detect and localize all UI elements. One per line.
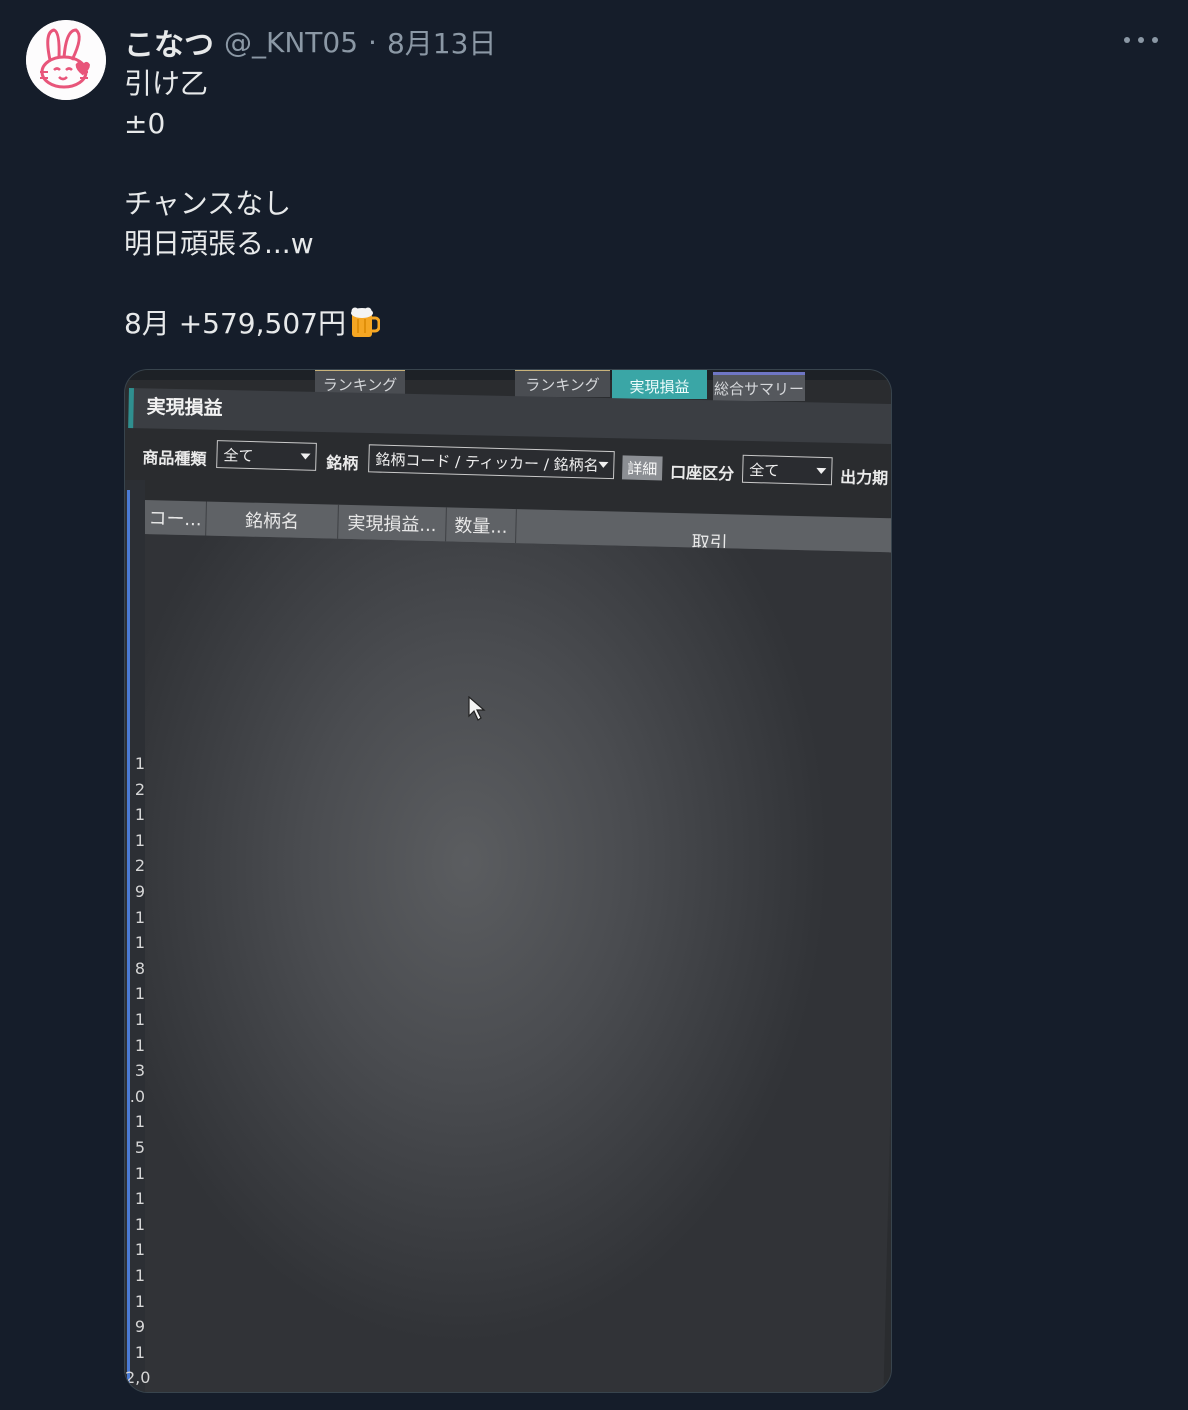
tweet-line: 引け乙 — [124, 67, 209, 100]
realized-pnl-table: コー... 銘柄名 実現損益... 数量... 取引 — [125, 500, 891, 1392]
bunny-avatar-icon — [26, 20, 106, 100]
left-edge-digit: 1 — [134, 1112, 145, 1132]
account-type-select[interactable]: 全て — [741, 454, 833, 486]
panel-title: 実現損益 — [146, 395, 223, 420]
tab-total-summary[interactable]: 総合サマリー — [713, 372, 805, 401]
tweet-line: チャンスなし — [124, 187, 292, 220]
tab-ranking-2[interactable]: ランキング — [515, 370, 610, 397]
left-edge-digit: 1 — [134, 1214, 145, 1234]
product-type-select[interactable]: 全て — [216, 440, 317, 471]
display-name[interactable]: こなつ — [124, 20, 214, 64]
left-edge-digit: 1 — [134, 1342, 145, 1362]
left-edge-digit: 1 — [134, 1189, 145, 1209]
beer-mug-icon — [350, 307, 380, 337]
chevron-down-icon — [300, 453, 311, 460]
left-edge-digit: .0 — [129, 1086, 145, 1106]
left-edge-digit: 1 — [134, 1240, 145, 1260]
product-type-label: 商品種類 — [142, 447, 207, 469]
tweet-photo[interactable]: ランキング ランキング 実現損益 総合サマリー 実現損益 商品種類 全て 銘柄 … — [124, 369, 892, 1393]
tweet: こなつ @_KNT05 · 8月13日 引け乙 ±0 チャンスなし 明日頑張る.… — [0, 0, 1188, 1410]
separator: · — [368, 25, 377, 59]
left-edge-digit: 5 — [134, 1138, 145, 1157]
more-options-icon[interactable] — [1124, 28, 1158, 52]
left-edge-digit: 1 — [134, 933, 145, 953]
tweet-line: 明日頑張る...w — [124, 227, 314, 260]
tweet-header: こなつ @_KNT05 · 8月13日 — [124, 20, 496, 64]
left-edge-digit: 1 — [134, 1291, 145, 1311]
tweet-text: 引け乙 ±0 チャンスなし 明日頑張る...w 8月 +579,507円 — [124, 64, 1124, 344]
column-code[interactable]: コー... — [144, 500, 207, 536]
chevron-down-icon — [598, 461, 609, 469]
account-type-label: 口座区分 — [669, 462, 735, 484]
symbol-placeholder: 銘柄コード / ティッカー / 銘柄名 — [375, 450, 599, 475]
tweet-line — [124, 144, 1124, 184]
left-edge-digit: 1 — [134, 1163, 145, 1183]
product-type-value: 全て — [223, 445, 254, 465]
left-edge-digit: 3 — [134, 1061, 145, 1081]
left-edge-digit: 2 — [134, 779, 145, 799]
left-edge-digit: 1 — [134, 1035, 145, 1055]
tweet-line-with-emoji: 8月 +579,507円 — [124, 304, 1124, 344]
tweet-line: 8月 +579,507円 — [124, 307, 346, 340]
detail-button[interactable]: 詳細 — [621, 455, 663, 481]
account-type-value: 全て — [749, 460, 780, 480]
column-quantity[interactable]: 数量... — [446, 507, 517, 544]
left-edge-digit: 1 — [134, 754, 145, 773]
left-edge-digit: 1 — [134, 1010, 145, 1029]
left-edge-digit: 1 — [134, 984, 145, 1004]
left-edge-digit: 2,0 — [125, 1368, 151, 1388]
handle[interactable]: @_KNT05 — [224, 26, 358, 59]
tab-realized-pnl[interactable]: 実現損益 — [612, 370, 707, 399]
tweet-date[interactable]: 8月13日 — [387, 22, 496, 62]
left-edge-digit: 1 — [134, 907, 145, 927]
left-edge-digit: 1 — [134, 1266, 145, 1285]
symbol-label: 銘柄 — [326, 453, 359, 474]
output-period-label: 出力期 — [839, 467, 889, 488]
tweet-line — [124, 264, 1124, 304]
avatar[interactable] — [26, 20, 106, 100]
mouse-pointer-icon — [468, 696, 486, 721]
left-edge-digit: 2 — [134, 856, 145, 876]
column-realized-pnl[interactable]: 実現損益... — [338, 504, 447, 542]
table-body-empty — [125, 533, 891, 1392]
symbol-select[interactable]: 銘柄コード / ティッカー / 銘柄名 — [368, 444, 615, 480]
left-edge-digit: 1 — [134, 830, 145, 850]
column-symbol-name[interactable]: 銘柄名 — [206, 501, 339, 539]
chevron-down-icon — [816, 467, 827, 475]
left-edge-digit: 9 — [134, 1317, 145, 1337]
left-edge-digit: 8 — [134, 958, 145, 978]
tweet-line: ±0 — [124, 107, 166, 140]
left-edge-digit: 9 — [134, 882, 145, 901]
left-edge-digit: 1 — [134, 805, 145, 825]
